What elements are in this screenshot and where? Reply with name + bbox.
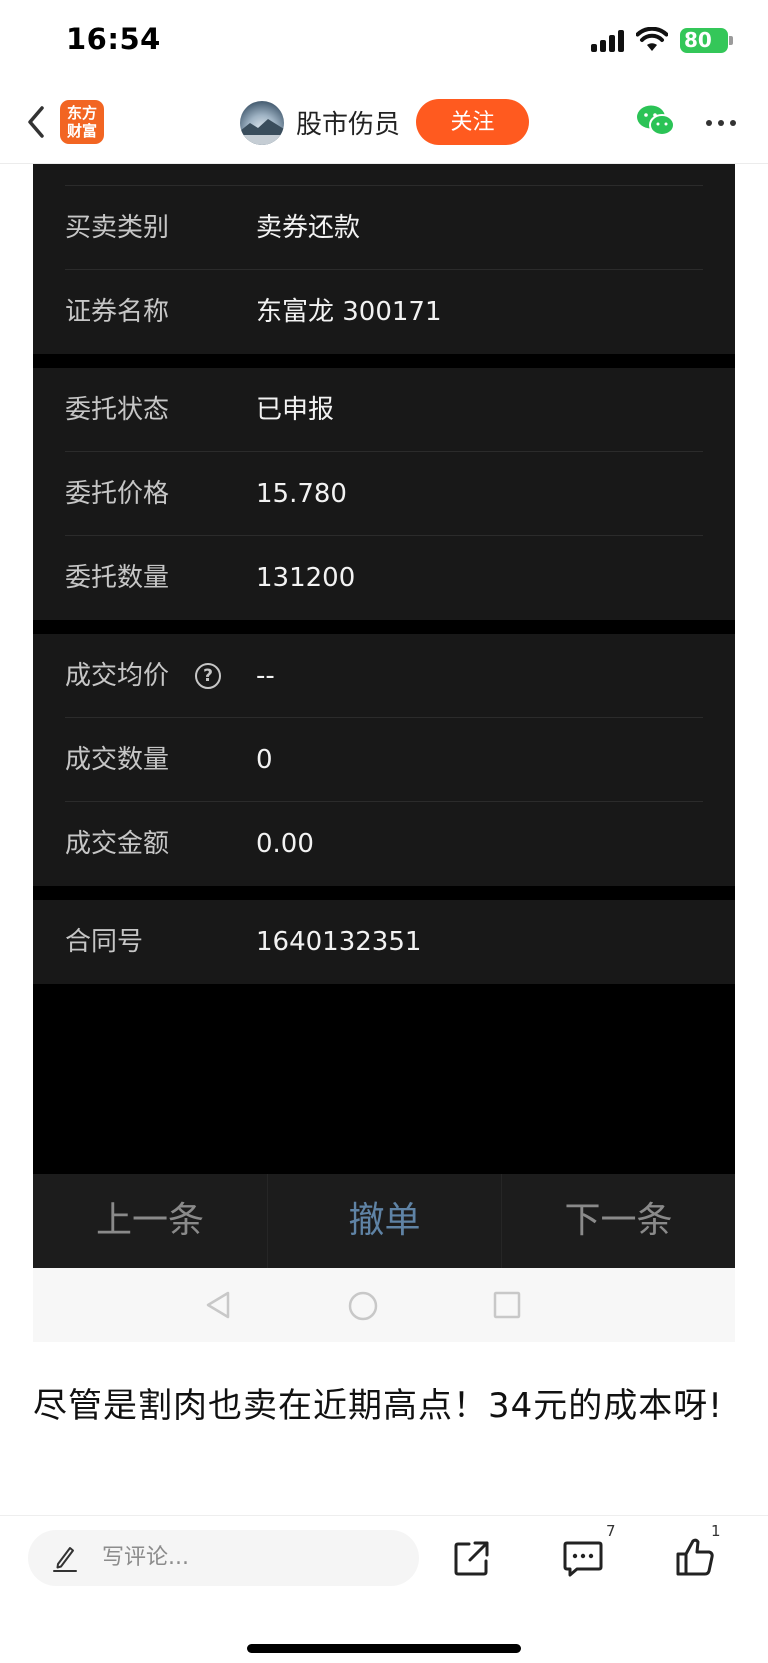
- battery-indicator: 80: [680, 28, 728, 53]
- nav-bar: 东方 财富 股市伤员 关注: [0, 84, 768, 164]
- logo-line-1: 东方: [66, 104, 97, 122]
- row-value: 0.00: [256, 829, 314, 859]
- author-name[interactable]: 股市伤员: [296, 104, 400, 141]
- detail-row: 委托状态 已申报: [33, 368, 735, 452]
- row-label: 证券名称: [65, 297, 170, 327]
- detail-row: 证券名称 东富龙 300171: [33, 270, 735, 354]
- detail-row: 成交数量 0: [33, 718, 735, 802]
- contract-group: 合同号 1640132351: [33, 900, 735, 984]
- comment-icon[interactable]: [562, 1538, 604, 1578]
- row-label: 委托数量: [65, 563, 170, 593]
- follow-button[interactable]: 关注: [416, 99, 529, 145]
- comment-placeholder: 写评论...: [102, 1545, 189, 1570]
- bottom-action-bar: 写评论... 7 1: [0, 1515, 768, 1663]
- author-avatar[interactable]: [240, 101, 284, 145]
- row-value: 131200: [256, 563, 356, 593]
- row-value: 东富龙 300171: [256, 297, 442, 327]
- wechat-icon[interactable]: [636, 104, 676, 138]
- detail-row: 合同号 1640132351: [33, 900, 735, 984]
- home-indicator: [247, 1644, 521, 1653]
- more-icon[interactable]: [706, 120, 736, 128]
- detail-row: 成交均价 ? --: [33, 634, 735, 718]
- status-time: 16:54: [66, 22, 161, 56]
- cellular-signal-icon: [591, 30, 625, 52]
- row-value: 0: [256, 745, 273, 775]
- detail-row: 买卖类别 卖券还款: [33, 186, 735, 270]
- battery-level: 80: [684, 28, 712, 52]
- order-detail-screenshot: 买卖类别 卖券还款 证券名称 东富龙 300171 委托状态 已申报 委托价格 …: [33, 164, 735, 1342]
- next-button[interactable]: 下一条: [501, 1174, 735, 1268]
- status-bar: 16:54 80: [0, 0, 768, 84]
- thumbs-up-icon[interactable]: [675, 1536, 715, 1578]
- row-label: 成交金额: [65, 829, 170, 859]
- help-icon[interactable]: ?: [195, 663, 221, 689]
- row-label: 委托状态: [65, 395, 170, 425]
- android-recents-icon: [493, 1291, 521, 1319]
- back-arrow-icon[interactable]: [22, 102, 52, 142]
- wifi-icon: [636, 27, 668, 51]
- battery-tip: [729, 36, 733, 45]
- row-value: 卖券还款: [256, 213, 361, 243]
- row-label: 成交数量: [65, 745, 170, 775]
- order-action-bar: 上一条 撤单 下一条: [33, 1174, 735, 1268]
- row-value: --: [256, 661, 275, 691]
- like-count: 1: [711, 1522, 721, 1540]
- android-nav-bar: [33, 1268, 735, 1342]
- android-home-icon: [348, 1291, 378, 1321]
- row-value: 已申报: [256, 395, 335, 425]
- row-label: 合同号: [65, 927, 144, 957]
- mountain-image: [240, 119, 284, 145]
- deal-info-group: 成交均价 ? -- 成交数量 0 成交金额 0.00: [33, 634, 735, 886]
- previous-button[interactable]: 上一条: [33, 1174, 267, 1268]
- row-label: 买卖类别: [65, 213, 170, 243]
- comment-input[interactable]: 写评论...: [28, 1530, 419, 1586]
- order-info-group: 买卖类别 卖券还款 证券名称 东富龙 300171: [33, 186, 735, 354]
- cancel-order-button[interactable]: 撤单: [267, 1174, 501, 1268]
- pen-icon: [53, 1547, 77, 1572]
- android-back-icon: [206, 1291, 230, 1319]
- logo-line-2: 财富: [66, 122, 97, 140]
- row-label: 成交均价: [65, 661, 170, 691]
- post-body: 尽管是割肉也卖在近期高点！34元的成本呀!: [33, 1386, 723, 1426]
- comment-count: 7: [606, 1522, 616, 1540]
- app-logo[interactable]: 东方 财富: [60, 100, 104, 144]
- row-value: 15.780: [256, 479, 347, 509]
- detail-row: 委托价格 15.780: [33, 452, 735, 536]
- share-icon[interactable]: [452, 1538, 492, 1578]
- detail-row: 委托数量 131200: [33, 536, 735, 620]
- row-label: 委托价格: [65, 479, 170, 509]
- detail-row: 成交金额 0.00: [33, 802, 735, 886]
- cut-off-row: [33, 164, 735, 186]
- row-value: 1640132351: [256, 927, 422, 957]
- order-status-group: 委托状态 已申报 委托价格 15.780 委托数量 131200: [33, 368, 735, 620]
